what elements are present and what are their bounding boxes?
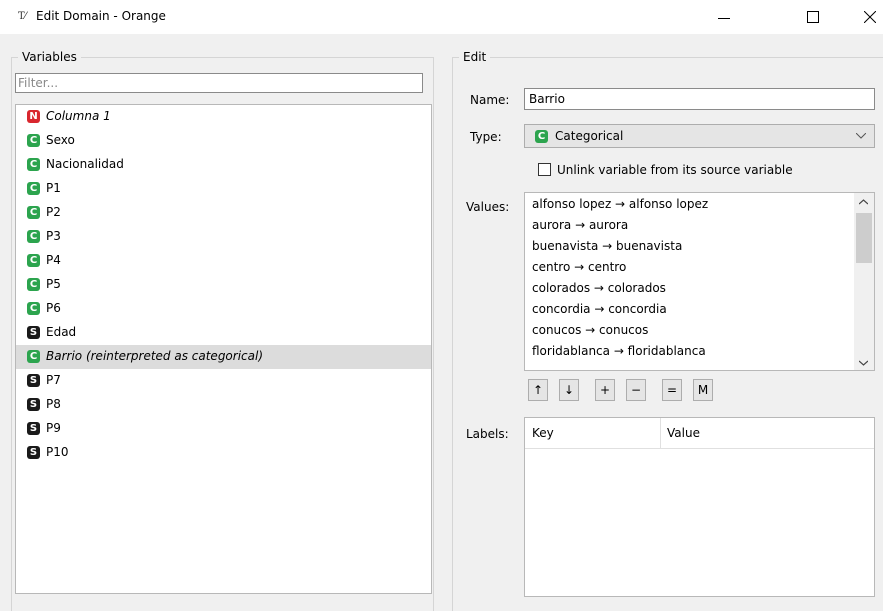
variable-row[interactable]: C P5 (16, 273, 431, 297)
name-field[interactable]: Barrio (524, 88, 875, 110)
values-list[interactable]: alfonso lopez → alfonso lopez aurora → au… (524, 192, 875, 371)
scroll-up-icon[interactable] (859, 199, 868, 205)
categorical-type-icon: C (27, 230, 40, 243)
remove-value-button[interactable]: − (626, 379, 646, 401)
string-type-icon: S (27, 446, 40, 459)
variable-row[interactable]: S P8 (16, 393, 431, 417)
scroll-down-icon[interactable] (859, 360, 868, 366)
variable-row[interactable]: C Sexo (16, 129, 431, 153)
categorical-type-icon: C (27, 350, 40, 363)
variable-row[interactable]: C P4 (16, 249, 431, 273)
value-item[interactable]: alfonso lopez → alfonso lopez (532, 197, 708, 217)
categorical-type-icon: C (27, 134, 40, 147)
value-column-header[interactable]: Value (667, 426, 700, 440)
type-select[interactable]: C Categorical (524, 124, 875, 148)
variable-label: P3 (46, 229, 61, 243)
value-item[interactable]: conucos → conucos (532, 323, 648, 343)
merge-values-button[interactable]: M (693, 379, 713, 401)
variables-legend: Variables (22, 50, 77, 64)
labels-header: Key Value (525, 418, 874, 449)
variable-label: P2 (46, 205, 61, 219)
categorical-type-icon: C (27, 206, 40, 219)
column-separator (660, 418, 661, 448)
value-item[interactable]: buenavista → buenavista (532, 239, 682, 259)
variable-label: P6 (46, 301, 61, 315)
variable-label: P10 (46, 445, 69, 459)
maximize-button[interactable] (795, 0, 841, 34)
title-bar: T⁄ Edit Domain - Orange (0, 0, 883, 34)
categorical-type-icon: C (27, 254, 40, 267)
filter-input[interactable] (15, 73, 423, 93)
value-item[interactable]: centro → centro (532, 260, 626, 280)
value-item[interactable]: colorados → colorados (532, 281, 666, 301)
categorical-type-icon: C (27, 302, 40, 315)
variable-row[interactable]: N Columna 1 (16, 105, 431, 129)
variable-label: P5 (46, 277, 61, 291)
variable-label: P4 (46, 253, 61, 267)
variable-label: Nacionalidad (46, 157, 124, 171)
variable-row[interactable]: S P10 (16, 441, 431, 465)
variable-row[interactable]: C Barrio (reinterpreted as categorical) (16, 345, 431, 369)
categorical-type-icon: C (535, 130, 548, 143)
variables-list[interactable]: N Columna 1 C Sexo C Nacionalidad C P1 C P2 C P3 C P4… (15, 104, 432, 594)
variable-label: Barrio (reinterpreted as categorical) (46, 349, 264, 363)
unlink-checkbox[interactable] (538, 163, 551, 176)
add-value-button[interactable]: + (595, 379, 615, 401)
values-label: Values: (466, 200, 510, 214)
window-title: Edit Domain - Orange (36, 9, 166, 23)
categorical-type-icon: C (27, 158, 40, 171)
variable-row[interactable]: S Edad (16, 321, 431, 345)
minimize-button[interactable] (700, 0, 746, 34)
values-scrollbar[interactable] (854, 193, 874, 370)
string-type-icon: S (27, 422, 40, 435)
variable-label: Sexo (46, 133, 75, 147)
move-up-button[interactable]: ↑ (528, 379, 548, 401)
string-type-icon: S (27, 374, 40, 387)
chevron-down-icon (856, 133, 866, 139)
variable-row[interactable]: S P9 (16, 417, 431, 441)
variable-label: P7 (46, 373, 61, 387)
type-value: Categorical (555, 129, 624, 143)
variable-row[interactable]: C P6 (16, 297, 431, 321)
value-item[interactable]: floridablanca → floridablanca (532, 344, 706, 364)
variable-row[interactable]: S P7 (16, 369, 431, 393)
type-label: Type: (470, 130, 502, 144)
scrollbar-thumb[interactable] (856, 213, 872, 263)
edit-legend: Edit (463, 50, 487, 64)
close-button[interactable] (838, 0, 883, 34)
unlink-label[interactable]: Unlink variable from its source variable (557, 163, 793, 177)
close-icon (864, 11, 876, 23)
numeric-type-icon: N (27, 110, 40, 123)
variable-row[interactable]: C P2 (16, 201, 431, 225)
name-label: Name: (470, 93, 510, 107)
rename-value-button[interactable]: = (662, 379, 682, 401)
value-item[interactable]: concordia → concordia (532, 302, 667, 322)
value-item[interactable]: aurora → aurora (532, 218, 628, 238)
variable-label: P8 (46, 397, 61, 411)
labels-table[interactable]: Key Value (524, 417, 875, 597)
variable-label: P1 (46, 181, 61, 195)
categorical-type-icon: C (27, 182, 40, 195)
variable-row[interactable]: C P3 (16, 225, 431, 249)
variable-label: P9 (46, 421, 61, 435)
variable-row[interactable]: C P1 (16, 177, 431, 201)
categorical-type-icon: C (27, 278, 40, 291)
variable-label: Edad (46, 325, 77, 339)
key-column-header[interactable]: Key (532, 426, 554, 440)
move-down-button[interactable]: ↓ (559, 379, 579, 401)
variable-row[interactable]: C Nacionalidad (16, 153, 431, 177)
string-type-icon: S (27, 398, 40, 411)
labels-label: Labels: (466, 427, 509, 441)
variable-label: Columna 1 (46, 109, 111, 123)
string-type-icon: S (27, 326, 40, 339)
orange-app-icon: T⁄ (18, 11, 27, 22)
